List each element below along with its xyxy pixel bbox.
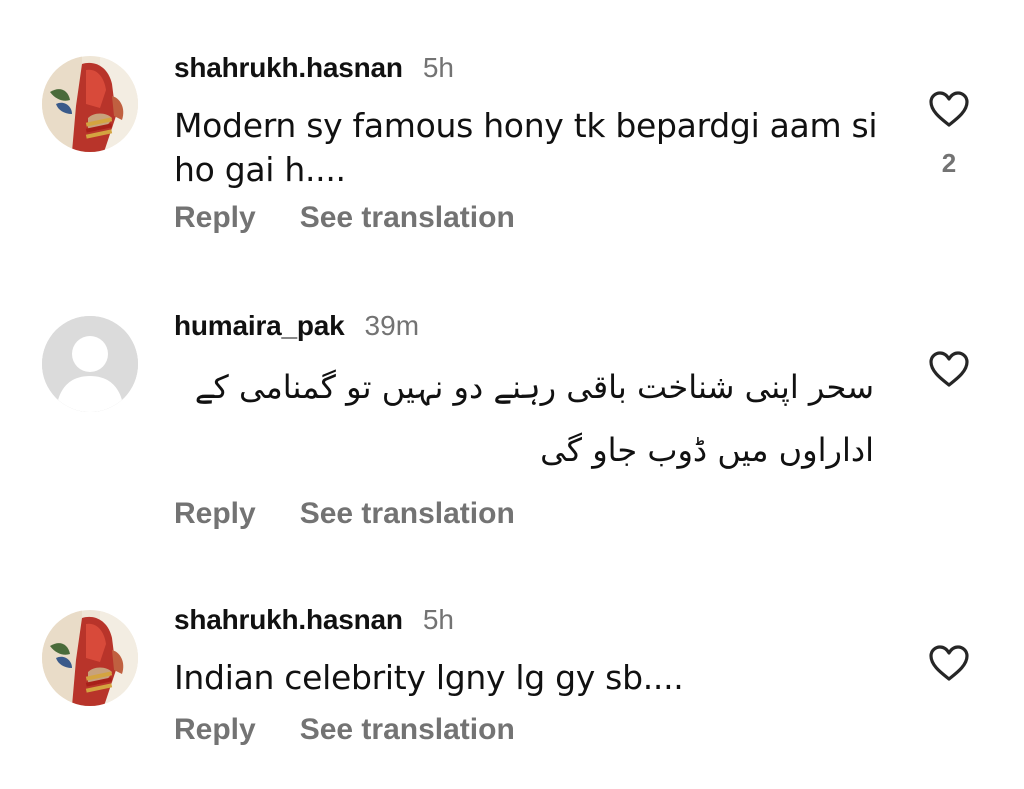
see-translation-button[interactable]: See translation xyxy=(300,497,515,531)
default-avatar-icon xyxy=(42,316,138,412)
comment-actions: Reply See translation xyxy=(174,713,559,747)
username[interactable]: shahrukh.hasnan xyxy=(174,52,403,84)
heart-outline-icon[interactable] xyxy=(928,90,970,128)
comment-actions: Reply See translation xyxy=(174,201,559,235)
comment-header: shahrukh.hasnan 5h xyxy=(174,604,454,636)
comment-actions: Reply See translation xyxy=(174,497,559,531)
avatar[interactable] xyxy=(42,56,138,152)
heart-outline-icon[interactable] xyxy=(928,644,970,682)
username[interactable]: humaira_pak xyxy=(174,310,345,342)
profile-photo-icon xyxy=(42,56,138,152)
see-translation-button[interactable]: See translation xyxy=(300,201,515,235)
comment-text: Indian celebrity lgny lg gy sb.... xyxy=(174,658,684,697)
timestamp: 5h xyxy=(422,52,454,83)
comment-header: humaira_pak 39m xyxy=(174,310,419,342)
avatar[interactable] xyxy=(42,610,138,706)
comment-text: Modern sy famous hony tk bepardgi aam si… xyxy=(174,106,878,189)
timestamp: 39m xyxy=(364,310,420,341)
reply-button[interactable]: Reply xyxy=(174,497,256,531)
profile-photo-icon xyxy=(42,610,138,706)
see-translation-button[interactable]: See translation xyxy=(300,713,515,747)
like-count: 2 xyxy=(941,148,957,178)
comment-text: سحر اپنی شناخت باقی رہنے دو نہیں تو گمنا… xyxy=(194,368,875,469)
comment-header: shahrukh.hasnan 5h xyxy=(174,52,454,84)
reply-button[interactable]: Reply xyxy=(174,713,256,747)
timestamp: 5h xyxy=(422,604,454,635)
heart-outline-icon[interactable] xyxy=(928,350,970,388)
avatar[interactable] xyxy=(42,316,138,412)
reply-button[interactable]: Reply xyxy=(174,201,256,235)
username[interactable]: shahrukh.hasnan xyxy=(174,604,403,636)
